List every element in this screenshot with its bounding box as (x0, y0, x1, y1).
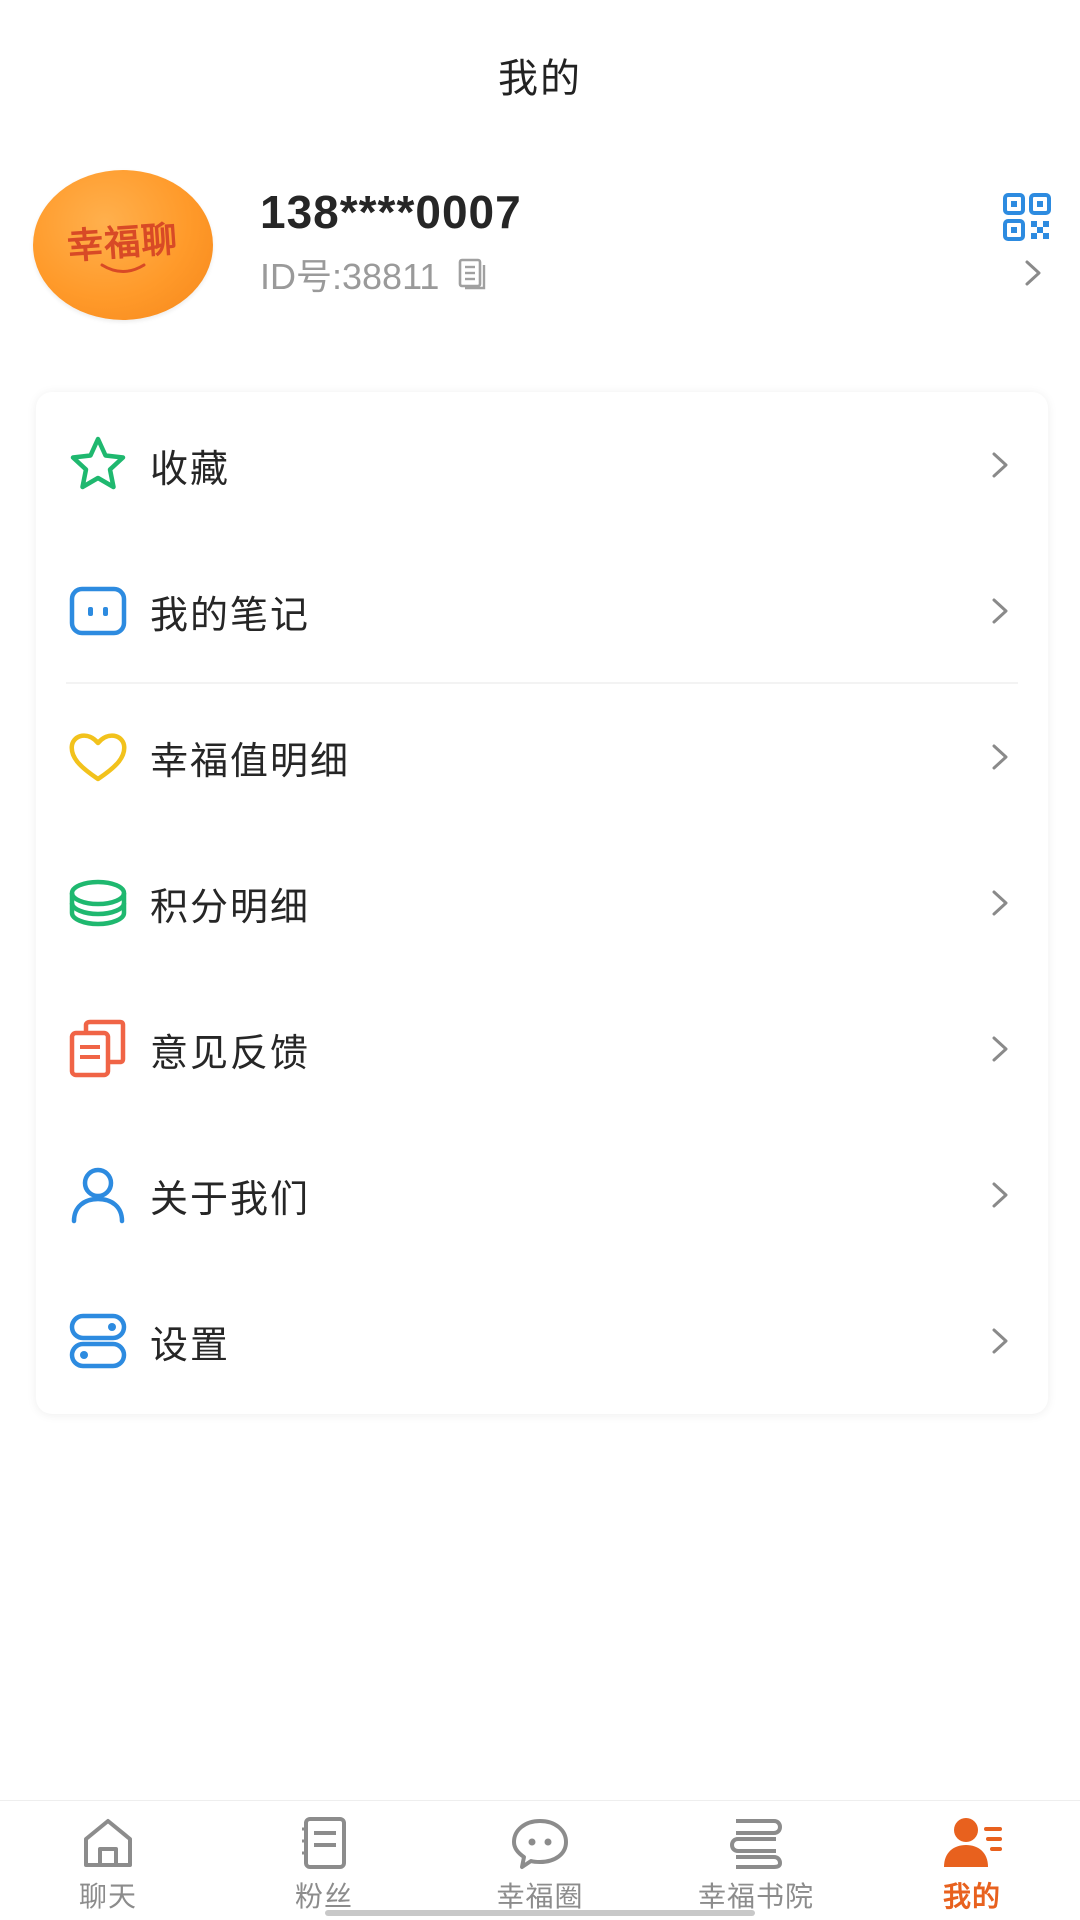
note-chat-icon (69, 586, 127, 636)
chevron-right-icon (992, 890, 1008, 916)
home-icon (84, 1819, 132, 1867)
menu-item-points-details[interactable]: 积分明细 (36, 830, 1048, 976)
chevron-right-icon (992, 1328, 1008, 1354)
avatar-logo-text: 幸福聊 (66, 218, 181, 268)
page-header: 我的 (0, 0, 1080, 150)
settings-toggle-icon (69, 1313, 127, 1369)
chevron-right-icon (992, 452, 1008, 478)
user-icon (71, 1167, 125, 1224)
menu-item-label: 积分明细 (150, 884, 311, 929)
menu-item-about-us[interactable]: 关于我们 (36, 1122, 1048, 1268)
avatar[interactable]: 幸福聊 (33, 170, 213, 320)
qr-code-icon[interactable] (1003, 193, 1051, 241)
profile-phone: 138****0007 (260, 186, 522, 238)
menu-item-feedback[interactable]: 意见反馈 (36, 976, 1048, 1122)
heart-icon (69, 733, 127, 782)
star-icon (70, 436, 126, 490)
menu-item-my-notes[interactable]: 我的笔记 (36, 538, 1048, 684)
tab-label: 聊天 (78, 1880, 137, 1913)
bottom-tab-bar: 聊天 粉丝 幸福圈 幸福书院 我的 (0, 1800, 1080, 1920)
menu-item-favorites[interactable]: 收藏 (36, 392, 1048, 538)
menu-item-label: 意见反馈 (150, 1030, 311, 1075)
coin-stack-icon (69, 879, 127, 927)
profile-id: ID号:38811 (260, 256, 440, 297)
profile-section[interactable]: 幸福聊 138****0007 ID号:38811 (0, 165, 1080, 325)
chevron-right-icon (992, 1182, 1008, 1208)
chevron-right-icon (992, 1036, 1008, 1062)
tab-label: 幸福书院 (697, 1880, 814, 1913)
books-icon (729, 1819, 783, 1869)
home-indicator (325, 1910, 755, 1916)
tab-label: 我的 (942, 1880, 1001, 1913)
menu-item-label: 关于我们 (150, 1176, 311, 1221)
tab-label: 粉丝 (294, 1880, 353, 1913)
tab-chat[interactable]: 聊天 (0, 1801, 216, 1920)
chat-bubble-icon (512, 1819, 568, 1869)
profile-icon (944, 1818, 1002, 1867)
menu-item-happiness-details[interactable]: 幸福值明细 (36, 684, 1048, 830)
tab-label: 幸福圈 (496, 1880, 584, 1913)
copy-icon[interactable] (457, 258, 487, 290)
menu-item-settings[interactable]: 设置 (36, 1268, 1048, 1414)
tab-fans[interactable]: 粉丝 (216, 1801, 432, 1920)
notebook-icon (302, 1817, 346, 1869)
feedback-doc-icon (69, 1019, 126, 1078)
chevron-right-icon[interactable] (1022, 257, 1044, 289)
menu-item-label: 幸福值明细 (150, 738, 351, 783)
menu-item-label: 收藏 (150, 446, 231, 491)
menu-item-label: 我的笔记 (150, 592, 311, 637)
profile-id-row: ID号:38811 (260, 248, 487, 300)
menu-card: 收藏 我的笔记 幸福值明细 积分明细 意见反馈 关于我们 设置 (36, 392, 1048, 1414)
chevron-right-icon (992, 744, 1008, 770)
page-title: 我的 (498, 56, 582, 102)
tab-happiness-academy[interactable]: 幸福书院 (648, 1801, 864, 1920)
chevron-right-icon (992, 598, 1008, 624)
menu-item-label: 设置 (150, 1322, 231, 1367)
tab-happiness-circle[interactable]: 幸福圈 (432, 1801, 648, 1920)
tab-mine[interactable]: 我的 (864, 1801, 1080, 1920)
